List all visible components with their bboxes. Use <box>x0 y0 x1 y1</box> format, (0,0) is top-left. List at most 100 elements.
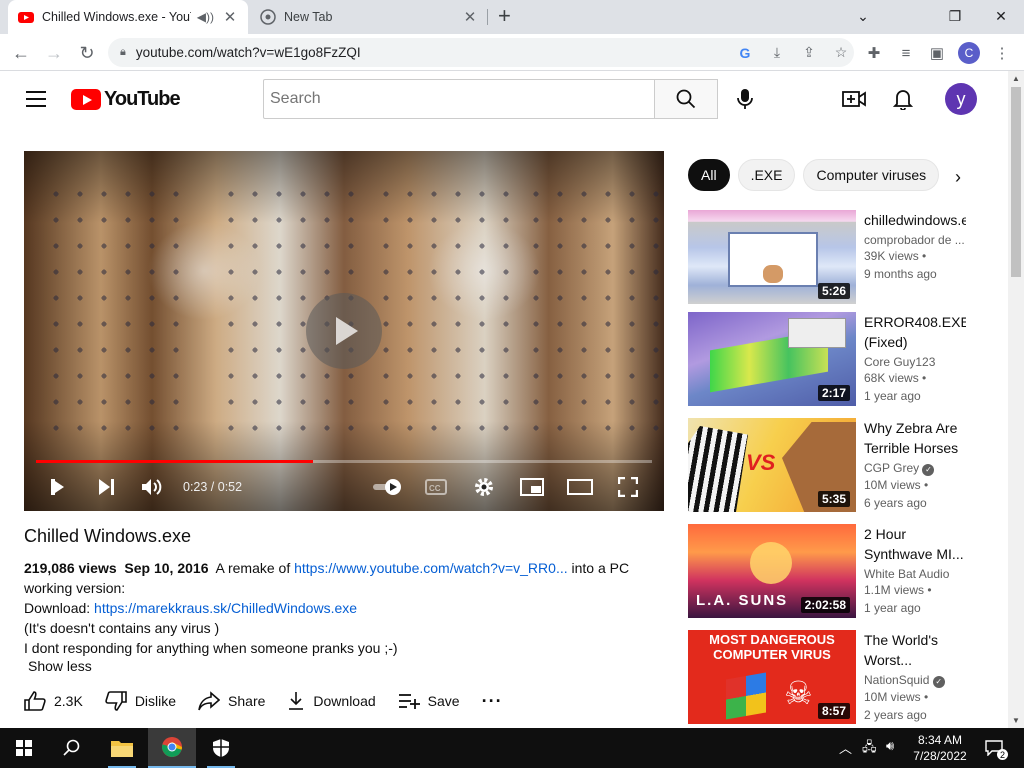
new-tab-button[interactable]: + <box>498 5 511 27</box>
chip-computer-viruses[interactable]: Computer viruses <box>803 159 940 191</box>
audio-playing-icon[interactable]: ◀)) <box>197 10 214 24</box>
channel-name[interactable]: NationSquid ✓ <box>864 673 966 688</box>
url-text[interactable]: youtube.com/watch?v=wE1go8FzZQI <box>136 45 726 60</box>
browser-profile-avatar[interactable]: C <box>958 42 980 64</box>
google-g-icon[interactable]: G <box>732 42 758 64</box>
upload-date: Sep 10, 2016 <box>124 560 209 576</box>
dislike-button[interactable]: Dislike <box>105 691 176 711</box>
page-scrollbar[interactable]: ▲ ▼ <box>1008 71 1024 728</box>
back-arrow-icon[interactable]: ← <box>9 41 33 65</box>
show-hidden-icons-chevron-icon[interactable]: ︿ <box>839 738 852 757</box>
volume-tray-icon[interactable]: 🔊︎ <box>886 738 894 754</box>
chip-exe[interactable]: .EXE <box>737 159 796 191</box>
download-link[interactable]: https://marekkraus.sk/ChilledWindows.exe <box>94 600 357 616</box>
side-panel-icon[interactable]: ▣ <box>926 42 948 64</box>
video-thumbnail[interactable]: 2:17 <box>688 312 856 406</box>
channel-name[interactable]: CGP Grey ✓ <box>864 461 966 476</box>
download-button[interactable]: Download <box>287 691 376 711</box>
search-input[interactable] <box>263 79 655 119</box>
recommendation-item[interactable]: MOST DANGEROUS COMPUTER VIRUS ☠ 8:57 The… <box>688 630 988 726</box>
security-taskbar-button[interactable] <box>197 728 245 768</box>
progress-bar[interactable] <box>36 460 652 463</box>
duration-badge: 2:02:58 <box>800 597 850 613</box>
network-icon[interactable]: 🖧︎ <box>862 738 877 760</box>
video-thumbnail[interactable]: VS 5:35 <box>688 418 856 512</box>
channel-name[interactable]: White Bat Audio <box>864 567 966 581</box>
lock-icon[interactable]: 🔒︎ <box>120 46 126 59</box>
windows-taskbar: ︿ 🖧︎ 🔊︎ 8:34 AM 7/28/2022 2 <box>0 728 1024 768</box>
save-button[interactable]: Save <box>398 693 460 709</box>
volume-icon[interactable] <box>138 473 166 501</box>
recommendation-item[interactable]: L.A. SUNS 2:02:58 2 Hour Synthwave MI...… <box>688 524 988 620</box>
tab-search-icon[interactable]: ⌄ <box>852 5 874 27</box>
next-video-icon[interactable] <box>92 473 120 501</box>
recommendation-title[interactable]: ERROR408.EXE (Fixed) <box>864 312 966 352</box>
video-description[interactable]: 219,086 views Sep 10, 2016 A remake of h… <box>24 558 664 658</box>
taskbar-search-button[interactable] <box>48 728 96 768</box>
chevron-right-icon[interactable]: › <box>955 167 961 188</box>
tab-close-icon[interactable]: ✕ <box>222 8 238 26</box>
tab-close-icon[interactable]: ✕ <box>462 8 478 26</box>
recommendation-title[interactable]: chilledwindows.exe <box>864 210 966 230</box>
extensions-puzzle-icon[interactable]: ✚ <box>863 42 885 64</box>
hamburger-menu-icon[interactable] <box>26 91 46 107</box>
tab-new-tab[interactable]: New Tab ✕ <box>250 0 488 34</box>
tab-title: Chilled Windows.exe - YouTu <box>42 10 191 24</box>
close-window-icon[interactable]: ✕ <box>990 5 1012 27</box>
action-center-button[interactable]: 2 <box>982 736 1008 760</box>
miniplayer-icon[interactable] <box>518 473 546 501</box>
share-icon[interactable]: ⇪ <box>796 42 822 64</box>
start-button[interactable] <box>0 728 48 768</box>
search-button[interactable] <box>654 79 718 119</box>
theater-mode-icon[interactable] <box>566 473 594 501</box>
scroll-down-arrow-icon[interactable]: ▼ <box>1012 716 1020 725</box>
youtube-logo[interactable]: YouTube <box>71 88 181 111</box>
restore-window-icon[interactable]: ❐ <box>944 5 966 27</box>
account-avatar[interactable]: y <box>945 83 977 115</box>
like-button[interactable]: 2.3K <box>24 691 83 711</box>
pause-icon[interactable] <box>45 473 73 501</box>
reload-icon[interactable]: ↻ <box>75 41 99 65</box>
recommendation-title[interactable]: 2 Hour Synthwave MI... <box>864 524 966 564</box>
chip-all[interactable]: All <box>688 159 730 191</box>
more-actions-icon[interactable]: ··· <box>482 691 503 712</box>
taskbar-clock[interactable]: 8:34 AM 7/28/2022 <box>910 732 970 764</box>
scrollbar-thumb[interactable] <box>1011 87 1021 277</box>
notifications-button[interactable] <box>889 85 917 113</box>
tab-chilled-windows[interactable]: Chilled Windows.exe - YouTu ◀)) ✕ <box>8 0 248 34</box>
channel-name[interactable]: comprobador de ... <box>864 233 966 247</box>
play-overlay-icon[interactable] <box>306 293 382 369</box>
video-thumbnail[interactable]: 5:26 <box>688 210 856 304</box>
video-thumbnail[interactable]: MOST DANGEROUS COMPUTER VIRUS ☠ 8:57 <box>688 630 856 724</box>
chrome-taskbar-button[interactable] <box>148 728 196 768</box>
autoplay-toggle-icon[interactable] <box>370 473 406 501</box>
bookmark-star-icon[interactable]: ☆ <box>828 42 854 64</box>
description-link[interactable]: https://www.youtube.com/watch?v=v_RR0... <box>294 560 568 576</box>
share-button[interactable]: Share <box>198 691 265 711</box>
voice-search-button[interactable] <box>727 81 763 117</box>
fullscreen-icon[interactable] <box>614 473 642 501</box>
install-app-icon[interactable]: ⤓ <box>764 42 790 64</box>
recommendation-item[interactable]: VS 5:35 Why Zebra Are Terrible Horses CG… <box>688 418 988 514</box>
scroll-up-arrow-icon[interactable]: ▲ <box>1012 74 1020 83</box>
search-icon <box>63 739 80 756</box>
video-thumbnail[interactable]: L.A. SUNS 2:02:58 <box>688 524 856 618</box>
recommendation-title[interactable]: Why Zebra Are Terrible Horses <box>864 418 966 458</box>
recommendation-item[interactable]: 5:26 chilledwindows.exe comprobador de .… <box>688 210 988 306</box>
address-bar[interactable]: 🔒︎ youtube.com/watch?v=wE1go8FzZQI G ⤓ ⇪… <box>108 38 854 67</box>
video-player[interactable]: 0:23 / 0:52 CC <box>24 151 664 511</box>
file-explorer-button[interactable] <box>98 728 146 768</box>
create-video-button[interactable] <box>840 85 868 113</box>
media-control-icon[interactable]: ≡ <box>895 42 917 64</box>
channel-name[interactable]: Core Guy123 <box>864 355 966 369</box>
recommendation-title[interactable]: The World's Worst... <box>864 630 966 670</box>
recommendation-item[interactable]: 2:17 ERROR408.EXE (Fixed) Core Guy123 68… <box>688 312 988 408</box>
download-label: Download <box>313 693 376 709</box>
forward-arrow-icon[interactable]: → <box>42 41 66 65</box>
settings-gear-icon[interactable] <box>470 473 498 501</box>
upload-age: 6 years ago <box>864 496 927 510</box>
subtitles-icon[interactable]: CC <box>422 473 450 501</box>
chrome-menu-icon[interactable]: ⋮ <box>991 42 1013 64</box>
show-less-button[interactable]: Show less <box>28 658 92 674</box>
dislike-label: Dislike <box>134 693 177 709</box>
